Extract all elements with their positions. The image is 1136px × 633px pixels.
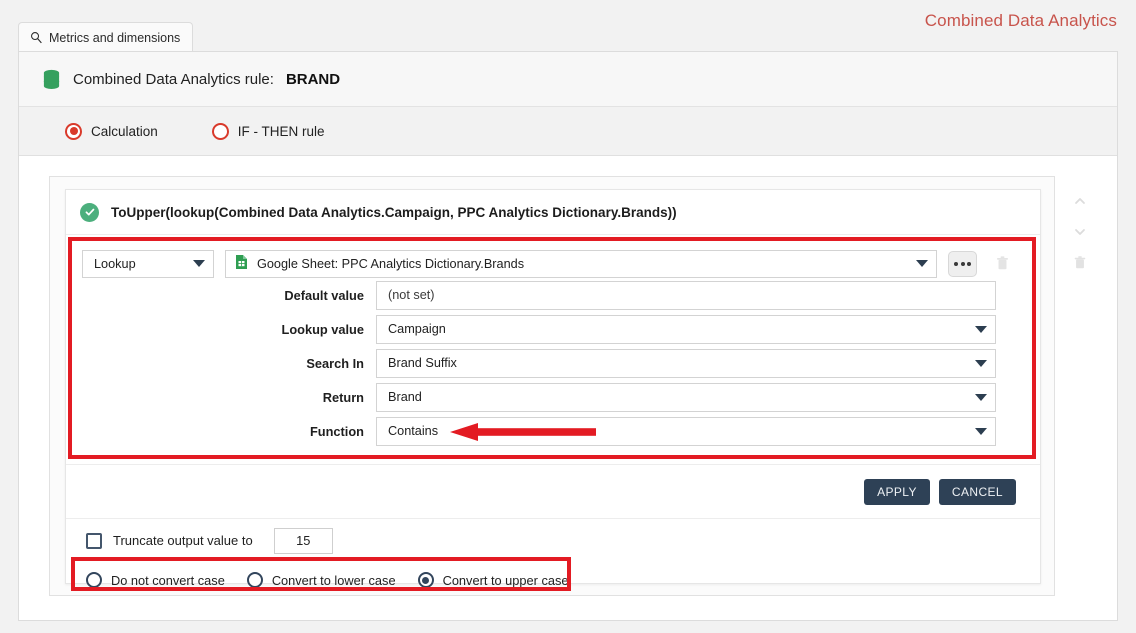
- trash-icon[interactable]: [988, 249, 1017, 278]
- case-option-lower[interactable]: Convert to lower case: [246, 572, 396, 588]
- search-icon: [30, 31, 43, 44]
- move-down-icon[interactable]: [1067, 219, 1093, 245]
- search-in-text: Brand Suffix: [388, 356, 457, 370]
- apply-button[interactable]: APPLY: [864, 478, 930, 505]
- app-window: Combined Data Analytics Metrics and dime…: [0, 0, 1136, 633]
- formula-header: ToUpper(lookup(Combined Data Analytics.C…: [66, 190, 1040, 235]
- formula-expression: ToUpper(lookup(Combined Data Analytics.C…: [111, 204, 677, 220]
- radio-if-then-rule[interactable]: [211, 122, 229, 140]
- lookup-source-row: Lookup Google Sheet: PPC Analytics Dicti…: [66, 249, 1040, 278]
- mode-option-if-then-rule-label: IF - THEN rule: [237, 123, 325, 139]
- case-option-upper-label: Convert to upper case: [442, 572, 569, 588]
- radio-calculation[interactable]: [65, 122, 82, 140]
- field-row-function: Function Contains: [66, 414, 1040, 448]
- chevron-down-icon: [975, 427, 987, 435]
- google-sheet-icon: [235, 254, 248, 273]
- tab-strip: Metrics and dimensions: [18, 22, 1118, 52]
- case-option-upper[interactable]: Convert to upper case: [417, 572, 569, 588]
- field-label-return: Return: [322, 389, 364, 405]
- radio-convert-to-lower-case[interactable]: [246, 572, 263, 588]
- field-row-lookup-value: Lookup value Campaign: [66, 312, 1040, 346]
- field-row-default-value: Default value (not set): [66, 278, 1040, 312]
- field-label-lookup-value: Lookup value: [281, 321, 364, 337]
- truncate-length-input[interactable]: 15: [273, 527, 333, 554]
- formula-panel: ToUpper(lookup(Combined Data Analytics.C…: [65, 189, 1041, 588]
- rule-tool-column: [1067, 188, 1093, 276]
- radio-do-not-convert-case[interactable]: [86, 572, 102, 588]
- lookup-config-fields: Lookup Google Sheet: PPC Analytics Dicti…: [66, 235, 1040, 464]
- return-text: Brand: [388, 390, 422, 404]
- chevron-down-icon: [916, 260, 928, 267]
- check-circle-icon: [80, 202, 99, 222]
- rule-mode-selector: Calculation IF - THEN rule: [19, 107, 1117, 156]
- more-options-icon[interactable]: [948, 250, 977, 277]
- truncate-checkbox[interactable]: [86, 532, 102, 549]
- case-option-lower-label: Convert to lower case: [271, 572, 396, 588]
- default-value-input[interactable]: (not set): [376, 280, 996, 310]
- database-icon: [42, 69, 61, 90]
- lookup-source-value: Google Sheet: PPC Analytics Dictionary.B…: [257, 256, 525, 271]
- truncate-row: Truncate output value to 15: [66, 518, 1040, 562]
- field-row-search-in: Search In Brand Suffix: [66, 346, 1040, 380]
- truncate-length-value: 15: [296, 533, 311, 548]
- move-up-icon[interactable]: [1067, 188, 1093, 214]
- chevron-down-icon: [975, 359, 987, 367]
- function-text: Contains: [388, 424, 439, 438]
- function-select[interactable]: Contains: [376, 416, 996, 446]
- default-value-text: (not set): [388, 288, 435, 302]
- search-in-select[interactable]: Brand Suffix: [376, 348, 996, 378]
- return-select[interactable]: Brand: [376, 382, 996, 412]
- rule-header-label: Combined Data Analytics rule:: [73, 70, 274, 88]
- case-conversion-options: Do not convert case Convert to lower cas…: [66, 562, 1040, 598]
- field-label-function: Function: [309, 423, 364, 439]
- rule-editor-card: Combined Data Analytics rule: BRAND Calc…: [18, 51, 1118, 621]
- radio-convert-to-upper-case[interactable]: [417, 572, 434, 588]
- rule-inner-card: ToUpper(lookup(Combined Data Analytics.C…: [49, 176, 1055, 596]
- tab-metrics-and-dimensions[interactable]: Metrics and dimensions: [18, 22, 194, 52]
- field-label-search-in: Search In: [306, 355, 364, 371]
- chevron-down-icon: [193, 260, 205, 267]
- delete-rule-icon[interactable]: [1067, 250, 1093, 276]
- lookup-value-text: Campaign: [388, 322, 446, 336]
- mode-option-if-then-rule[interactable]: IF - THEN rule: [211, 122, 325, 140]
- field-label-default-value: Default value: [284, 287, 364, 303]
- rule-body: ToUpper(lookup(Combined Data Analytics.C…: [19, 156, 1117, 621]
- lookup-source-select[interactable]: Google Sheet: PPC Analytics Dictionary.B…: [225, 249, 937, 278]
- case-option-do-not-convert[interactable]: Do not convert case: [86, 572, 225, 588]
- case-option-do-not-convert-label: Do not convert case: [111, 572, 225, 588]
- chevron-down-icon: [975, 325, 987, 333]
- lookup-type-select[interactable]: Lookup: [82, 249, 214, 278]
- form-actions: APPLY CANCEL: [66, 464, 1040, 518]
- truncate-label: Truncate output value to: [113, 533, 253, 548]
- tab-label: Metrics and dimensions: [49, 30, 181, 45]
- lookup-value-select[interactable]: Campaign: [376, 314, 996, 344]
- chevron-down-icon: [975, 393, 987, 401]
- lookup-type-value: Lookup: [94, 256, 136, 271]
- cancel-button[interactable]: CANCEL: [938, 478, 1016, 505]
- mode-option-calculation[interactable]: Calculation: [65, 122, 158, 140]
- rule-header: Combined Data Analytics rule: BRAND: [19, 52, 1117, 107]
- mode-option-calculation-label: Calculation: [91, 123, 158, 139]
- field-row-return: Return Brand: [66, 380, 1040, 414]
- rule-header-value: BRAND: [285, 70, 341, 88]
